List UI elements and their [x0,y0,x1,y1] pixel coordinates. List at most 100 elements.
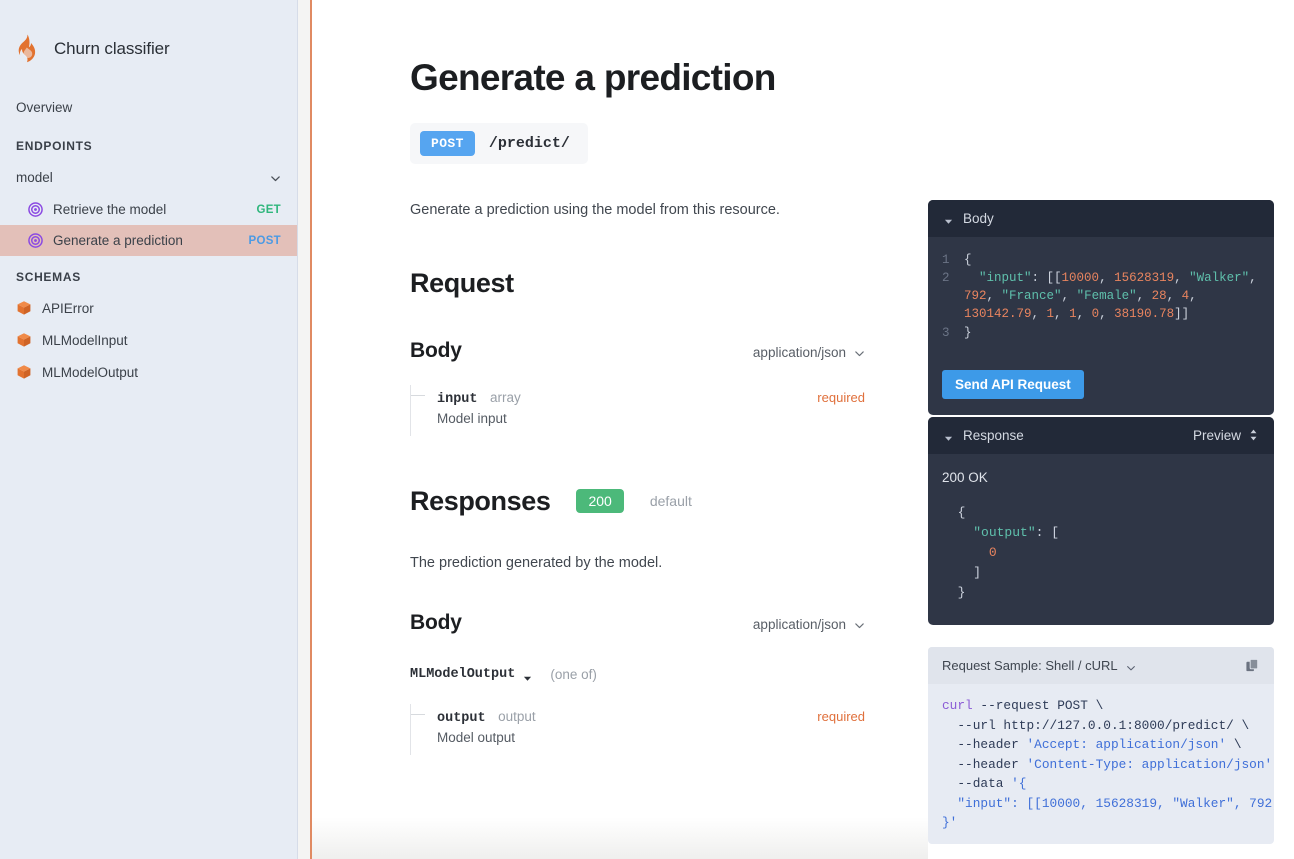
sidebar: Churn classifier Overview ENDPOINTS mode… [0,0,298,859]
response-card-title: Response [963,427,1024,443]
sidebar-item-label: Generate a prediction [53,233,183,248]
status-badge-200[interactable]: 200 [576,489,624,514]
response-schema-selector[interactable]: MLModelOutput (one of) [410,667,928,682]
status-tab-default[interactable]: default [650,493,692,509]
request-sample-language-select[interactable]: Request Sample: Shell / cURL [942,658,1136,673]
endpoint-description: Generate a prediction using the model fr… [410,201,780,218]
response-description: The prediction generated by the model. [410,554,663,571]
chevron-down-icon [270,172,281,183]
request-sample-title: Request Sample: Shell / cURL [942,658,1118,674]
send-api-request-button[interactable]: Send API Request [942,369,1084,399]
chevron-down-icon [854,347,865,358]
code-line: 3 } [942,324,1258,342]
sidebar-item-mlmodeloutput[interactable]: MLModelOutput [0,356,297,388]
chevron-down-icon [854,619,865,630]
request-properties: input array required Model input [410,384,865,436]
request-body-card-title: Body [963,211,994,226]
response-card: Response Preview 200 OK { "output": [0 … [928,416,1274,626]
request-body-label: Body [410,338,462,362]
line-number: 1 [942,253,950,267]
triangle-down-icon [944,431,953,441]
response-properties: output output required Model output [410,703,865,755]
endpoint-summary[interactable]: POST /predict/ [410,122,588,164]
response-card-header[interactable]: Response Preview [928,416,1274,454]
api-docs-app: Churn classifier Overview ENDPOINTS mode… [0,0,1294,859]
main-content: Generate a prediction POST /predict/ Gen… [312,0,928,859]
flame-icon [14,34,40,64]
code-content: "input": [[10000, 15628319, "Walker", 79… [964,271,1265,322]
cube-icon [16,364,32,380]
property-description: Model output [437,729,516,745]
sidebar-group-model[interactable]: model [0,161,297,194]
code-line: 2 "input": [[10000, 15628319, "Walker", … [942,269,1258,323]
request-heading: Request [410,268,928,299]
request-mime-select[interactable]: application/json [753,345,865,360]
request-body-header: Body application/json [410,339,865,363]
response-view-mode-value: Preview [1192,427,1241,443]
target-icon [28,233,43,248]
cube-icon [16,332,32,348]
property-required-flag: required [817,389,865,405]
sidebar-item-generate-a-prediction[interactable]: Generate a prediction POST [0,225,297,256]
code-content: } [964,325,972,340]
sidebar-group-model-label: model [16,170,53,185]
method-badge-post: POST [248,234,281,247]
sidebar-item-overview[interactable]: Overview [0,90,297,125]
sidebar-schema-label: APIError [42,300,94,316]
request-heading-text: Request [410,267,514,298]
sidebar-schema-label: MLModelOutput [42,364,139,380]
property-type: output [498,708,536,724]
response-schema-name: MLModelOutput [410,666,516,682]
sidebar-schema-label: MLModelInput [42,332,128,348]
cube-icon [16,300,32,316]
response-view-mode-select[interactable]: Preview [1193,428,1258,443]
brand-title: Churn classifier [54,39,170,58]
page-title: Generate a prediction [410,57,776,98]
line-number: 3 [942,325,950,340]
response-mime-select[interactable]: application/json [753,617,865,632]
sidebar-heading-endpoints: ENDPOINTS [16,139,93,153]
property-description: Model input [437,410,507,426]
request-sample-header: Request Sample: Shell / cURL [928,647,1274,685]
responses-heading: Responses 200 default [410,486,928,517]
copy-icon[interactable] [1245,658,1260,673]
triangle-down-icon [944,214,953,224]
sidebar-item-overview-label: Overview [16,100,73,115]
method-badge: POST [420,130,475,156]
request-body-card: Body 1 { 2 "input": [[10000, 15628319, "… [928,200,1274,415]
response-schema-note: (one of) [550,666,597,682]
property-name: input [437,391,478,407]
response-mime-value: application/json [752,616,846,632]
sidebar-item-label: Retrieve the model [53,202,167,217]
property-name: output [437,710,486,726]
line-number: 2 [942,271,950,286]
responses-heading-text: Responses [410,485,551,516]
response-status: 200 OK [942,469,988,485]
request-sample-card: Request Sample: Shell / cURL curl --requ… [928,647,1274,845]
target-icon [28,202,43,217]
sidebar-item-retrieve-the-model[interactable]: Retrieve the model GET [0,194,297,225]
response-body-header: Body application/json [410,611,865,635]
property-required-flag: required [817,708,865,724]
sidebar-item-mlmodelinput[interactable]: MLModelInput [0,324,297,356]
code-line: 1 { [942,251,1258,269]
content-fade [312,817,928,859]
request-mime-value: application/json [752,344,846,360]
sidebar-heading-schemas: SCHEMAS [16,270,81,284]
sidebar-item-apierror[interactable]: APIError [0,292,297,324]
request-sample-code[interactable]: curl --request POST \ --url http://127.0… [928,684,1274,844]
try-it-panel: Body 1 { 2 "input": [[10000, 15628319, "… [928,0,1294,859]
request-body-code[interactable]: 1 { 2 "input": [[10000, 15628319, "Walke… [928,237,1274,358]
request-body-card-header[interactable]: Body [928,200,1274,237]
property-row: output output required [411,704,865,726]
chevron-down-icon [1126,661,1136,671]
property-row: input array required [411,385,865,407]
code-content: { [964,253,972,267]
property-type: array [489,389,521,405]
brand[interactable]: Churn classifier [0,0,297,72]
response-body-code[interactable]: { "output": [ 0 ] } [928,485,1274,626]
method-badge-get: GET [256,203,281,216]
content-gutter [298,0,310,859]
endpoint-path: /predict/ [488,134,570,152]
response-body-label: Body [410,610,462,634]
